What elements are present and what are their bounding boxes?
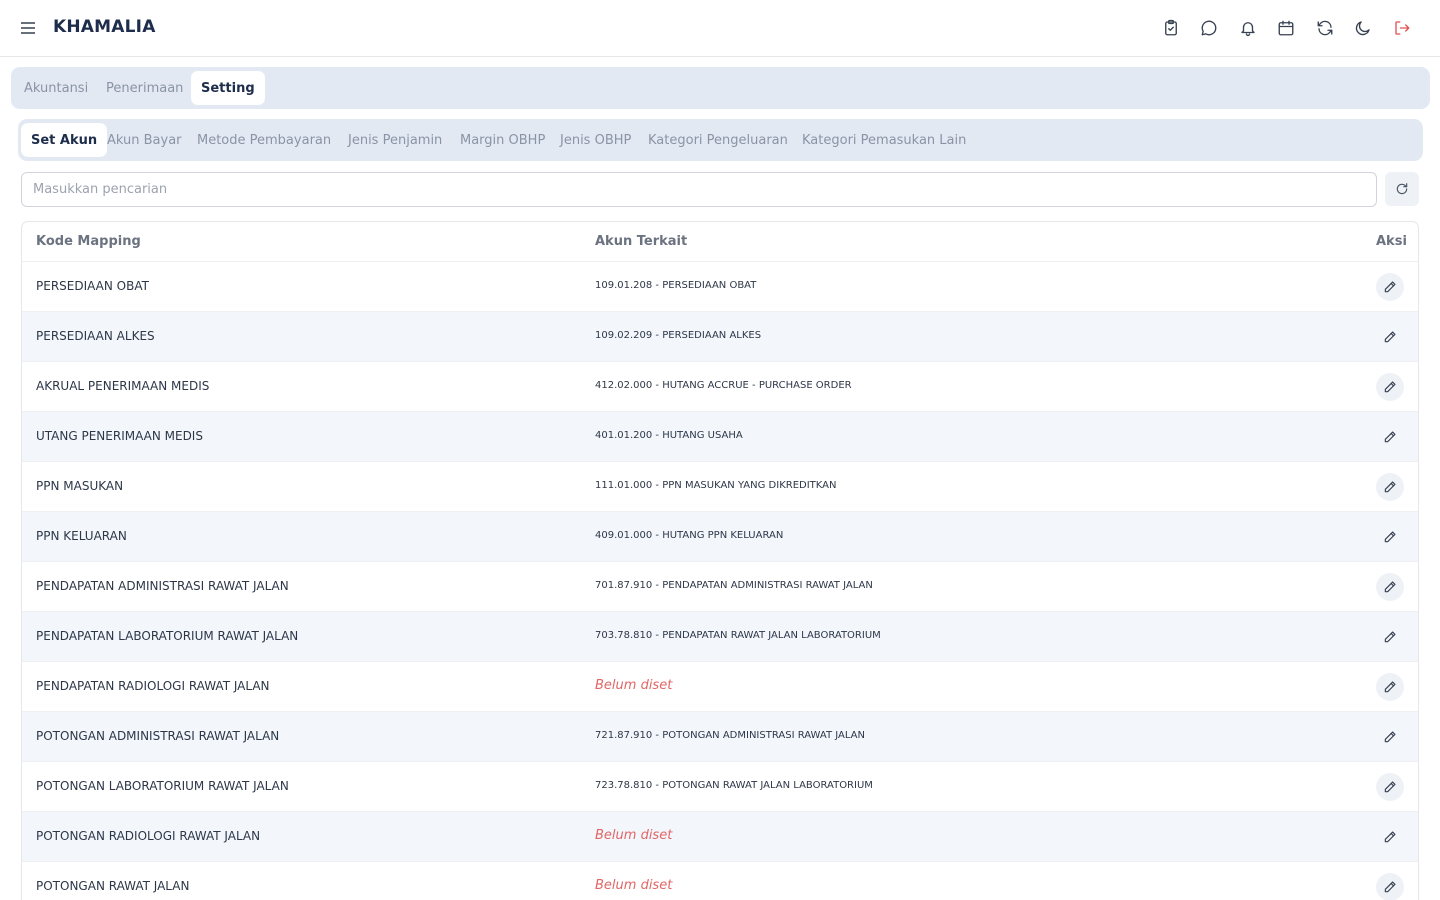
pencil-icon xyxy=(1384,781,1396,793)
kode-mapping-cell: PPN MASUKAN xyxy=(36,479,124,493)
pencil-icon xyxy=(1384,381,1396,393)
kode-mapping-cell: POTONGAN LABORATORIUM RAWAT JALAN xyxy=(36,779,289,793)
tab-akun-bayar[interactable]: Akun Bayar xyxy=(97,123,192,157)
kode-mapping-cell: PERSEDIAAN ALKES xyxy=(36,329,155,343)
table-row: UTANG PENERIMAAN MEDIS 401.01.200 - HUTAN… xyxy=(22,412,1418,462)
kode-mapping-cell: PENDAPATAN RADIOLOGI RAWAT JALAN xyxy=(36,679,270,693)
table-row: PENDAPATAN ADMINISTRASI RAWAT JALAN 701.8… xyxy=(22,562,1418,612)
edit-button[interactable] xyxy=(1376,273,1404,301)
clipboard-check-icon[interactable] xyxy=(1159,16,1183,40)
table-row: PPN MASUKAN 111.01.000 - PPN MASUKAN YANG… xyxy=(22,462,1418,512)
column-header-kode: Kode Mapping xyxy=(36,234,141,249)
tab-penerimaan[interactable]: Penerimaan xyxy=(96,71,193,105)
akun-unset-cell: Belum diset xyxy=(595,828,673,843)
table-row: PERSEDIAAN OBAT 109.01.208 - PERSEDIAAN O… xyxy=(22,262,1418,312)
akun-terkait-cell: 703.78.810 - PENDAPATAN RAWAT JALAN LABO… xyxy=(595,630,881,641)
table-row: PERSEDIAAN ALKES 109.02.209 - PERSEDIAAN … xyxy=(22,312,1418,362)
top-header: KHAMALIA xyxy=(0,0,1440,57)
column-header-akun: Akun Terkait xyxy=(595,234,688,249)
akun-terkait-cell: 111.01.000 - PPN MASUKAN YANG DIKREDITKA… xyxy=(595,480,837,491)
pencil-icon xyxy=(1384,531,1396,543)
kode-mapping-cell: POTONGAN RAWAT JALAN xyxy=(36,879,190,893)
pencil-icon xyxy=(1384,431,1396,443)
pencil-icon xyxy=(1384,731,1396,743)
table-row: PENDAPATAN RADIOLOGI RAWAT JALAN Belum di… xyxy=(22,662,1418,712)
pencil-icon xyxy=(1384,631,1396,643)
search-input[interactable] xyxy=(21,172,1377,207)
edit-button[interactable] xyxy=(1376,773,1404,801)
pencil-icon xyxy=(1384,281,1396,293)
kode-mapping-cell: AKRUAL PENERIMAAN MEDIS xyxy=(36,379,210,393)
akun-terkait-cell: 721.87.910 - POTONGAN ADMINISTRASI RAWAT… xyxy=(595,730,865,741)
table-row: PPN KELUARAN 409.01.000 - HUTANG PPN KELU… xyxy=(22,512,1418,562)
edit-button[interactable] xyxy=(1376,623,1404,651)
tab-kategori-pengeluaran[interactable]: Kategori Pengeluaran xyxy=(638,123,798,157)
kode-mapping-cell: PENDAPATAN LABORATORIUM RAWAT JALAN xyxy=(36,629,299,643)
kode-mapping-cell: PPN KELUARAN xyxy=(36,529,127,543)
edit-button[interactable] xyxy=(1376,473,1404,501)
kode-mapping-cell: UTANG PENERIMAAN MEDIS xyxy=(36,429,203,443)
edit-button[interactable] xyxy=(1376,323,1404,351)
pencil-icon xyxy=(1384,681,1396,693)
edit-button[interactable] xyxy=(1376,423,1404,451)
edit-button[interactable] xyxy=(1376,373,1404,401)
pencil-icon xyxy=(1384,581,1396,593)
main-tabs: Akuntansi Penerimaan Setting xyxy=(11,67,1430,109)
edit-button[interactable] xyxy=(1376,823,1404,851)
table-row: PENDAPATAN LABORATORIUM RAWAT JALAN 703.7… xyxy=(22,612,1418,662)
edit-button[interactable] xyxy=(1376,723,1404,751)
table-row: POTONGAN RADIOLOGI RAWAT JALAN Belum dise… xyxy=(22,812,1418,862)
table-header: Kode Mapping Akun Terkait Aksi xyxy=(22,222,1418,262)
table-row: POTONGAN LABORATORIUM RAWAT JALAN 723.78.… xyxy=(22,762,1418,812)
kode-mapping-cell: PERSEDIAAN OBAT xyxy=(36,279,149,293)
pencil-icon xyxy=(1384,481,1396,493)
kode-mapping-cell: POTONGAN RADIOLOGI RAWAT JALAN xyxy=(36,829,261,843)
app-brand: KHAMALIA xyxy=(53,17,156,37)
table-row: POTONGAN ADMINISTRASI RAWAT JALAN 721.87.… xyxy=(22,712,1418,762)
tab-metode-pembayaran[interactable]: Metode Pembayaran xyxy=(187,123,341,157)
refresh-button[interactable] xyxy=(1385,172,1419,206)
akun-unset-cell: Belum diset xyxy=(595,878,673,893)
column-header-aksi: Aksi xyxy=(1376,234,1407,249)
akun-terkait-cell: 409.01.000 - HUTANG PPN KELUARAN xyxy=(595,530,784,541)
setting-subtabs: Set Akun Akun Bayar Metode Pembayaran Je… xyxy=(18,119,1423,161)
pencil-icon xyxy=(1384,881,1396,893)
pencil-icon xyxy=(1384,331,1396,343)
tab-setting[interactable]: Setting xyxy=(191,71,265,105)
tab-set-akun[interactable]: Set Akun xyxy=(21,123,108,157)
table-row: POTONGAN RAWAT JALAN Belum diset xyxy=(22,862,1418,900)
akun-terkait-cell: 401.01.200 - HUTANG USAHA xyxy=(595,430,743,441)
akun-unset-cell: Belum diset xyxy=(595,678,673,693)
tab-jenis-penjamin[interactable]: Jenis Penjamin xyxy=(338,123,452,157)
kode-mapping-cell: PENDAPATAN ADMINISTRASI RAWAT JALAN xyxy=(36,579,289,593)
mapping-table: Kode Mapping Akun Terkait Aksi PERSEDIAA… xyxy=(21,221,1419,900)
table-row: AKRUAL PENERIMAAN MEDIS 412.02.000 - HUTA… xyxy=(22,362,1418,412)
bell-icon[interactable] xyxy=(1236,16,1260,40)
menu-icon[interactable] xyxy=(18,18,38,38)
moon-icon[interactable] xyxy=(1351,16,1375,40)
tab-margin-obhp[interactable]: Margin OBHP xyxy=(450,123,555,157)
chat-bubble-icon[interactable] xyxy=(1197,16,1221,40)
akun-terkait-cell: 412.02.000 - HUTANG ACCRUE - PURCHASE OR… xyxy=(595,380,852,391)
edit-button[interactable] xyxy=(1376,573,1404,601)
calendar-icon[interactable] xyxy=(1274,16,1298,40)
akun-terkait-cell: 701.87.910 - PENDAPATAN ADMINISTRASI RAW… xyxy=(595,580,873,591)
akun-terkait-cell: 109.01.208 - PERSEDIAAN OBAT xyxy=(595,280,757,291)
tab-kategori-pemasukan-lain[interactable]: Kategori Pemasukan Lain xyxy=(792,123,976,157)
tab-jenis-obhp[interactable]: Jenis OBHP xyxy=(550,123,641,157)
refresh-icon xyxy=(1396,183,1408,195)
kode-mapping-cell: POTONGAN ADMINISTRASI RAWAT JALAN xyxy=(36,729,280,743)
logout-icon[interactable] xyxy=(1390,16,1414,40)
refresh-icon[interactable] xyxy=(1313,16,1337,40)
edit-button[interactable] xyxy=(1376,523,1404,551)
akun-terkait-cell: 109.02.209 - PERSEDIAAN ALKES xyxy=(595,330,762,341)
akun-terkait-cell: 723.78.810 - POTONGAN RAWAT JALAN LABORA… xyxy=(595,780,873,791)
edit-button[interactable] xyxy=(1376,673,1404,701)
pencil-icon xyxy=(1384,831,1396,843)
tab-akuntansi[interactable]: Akuntansi xyxy=(14,71,98,105)
edit-button[interactable] xyxy=(1376,873,1404,900)
